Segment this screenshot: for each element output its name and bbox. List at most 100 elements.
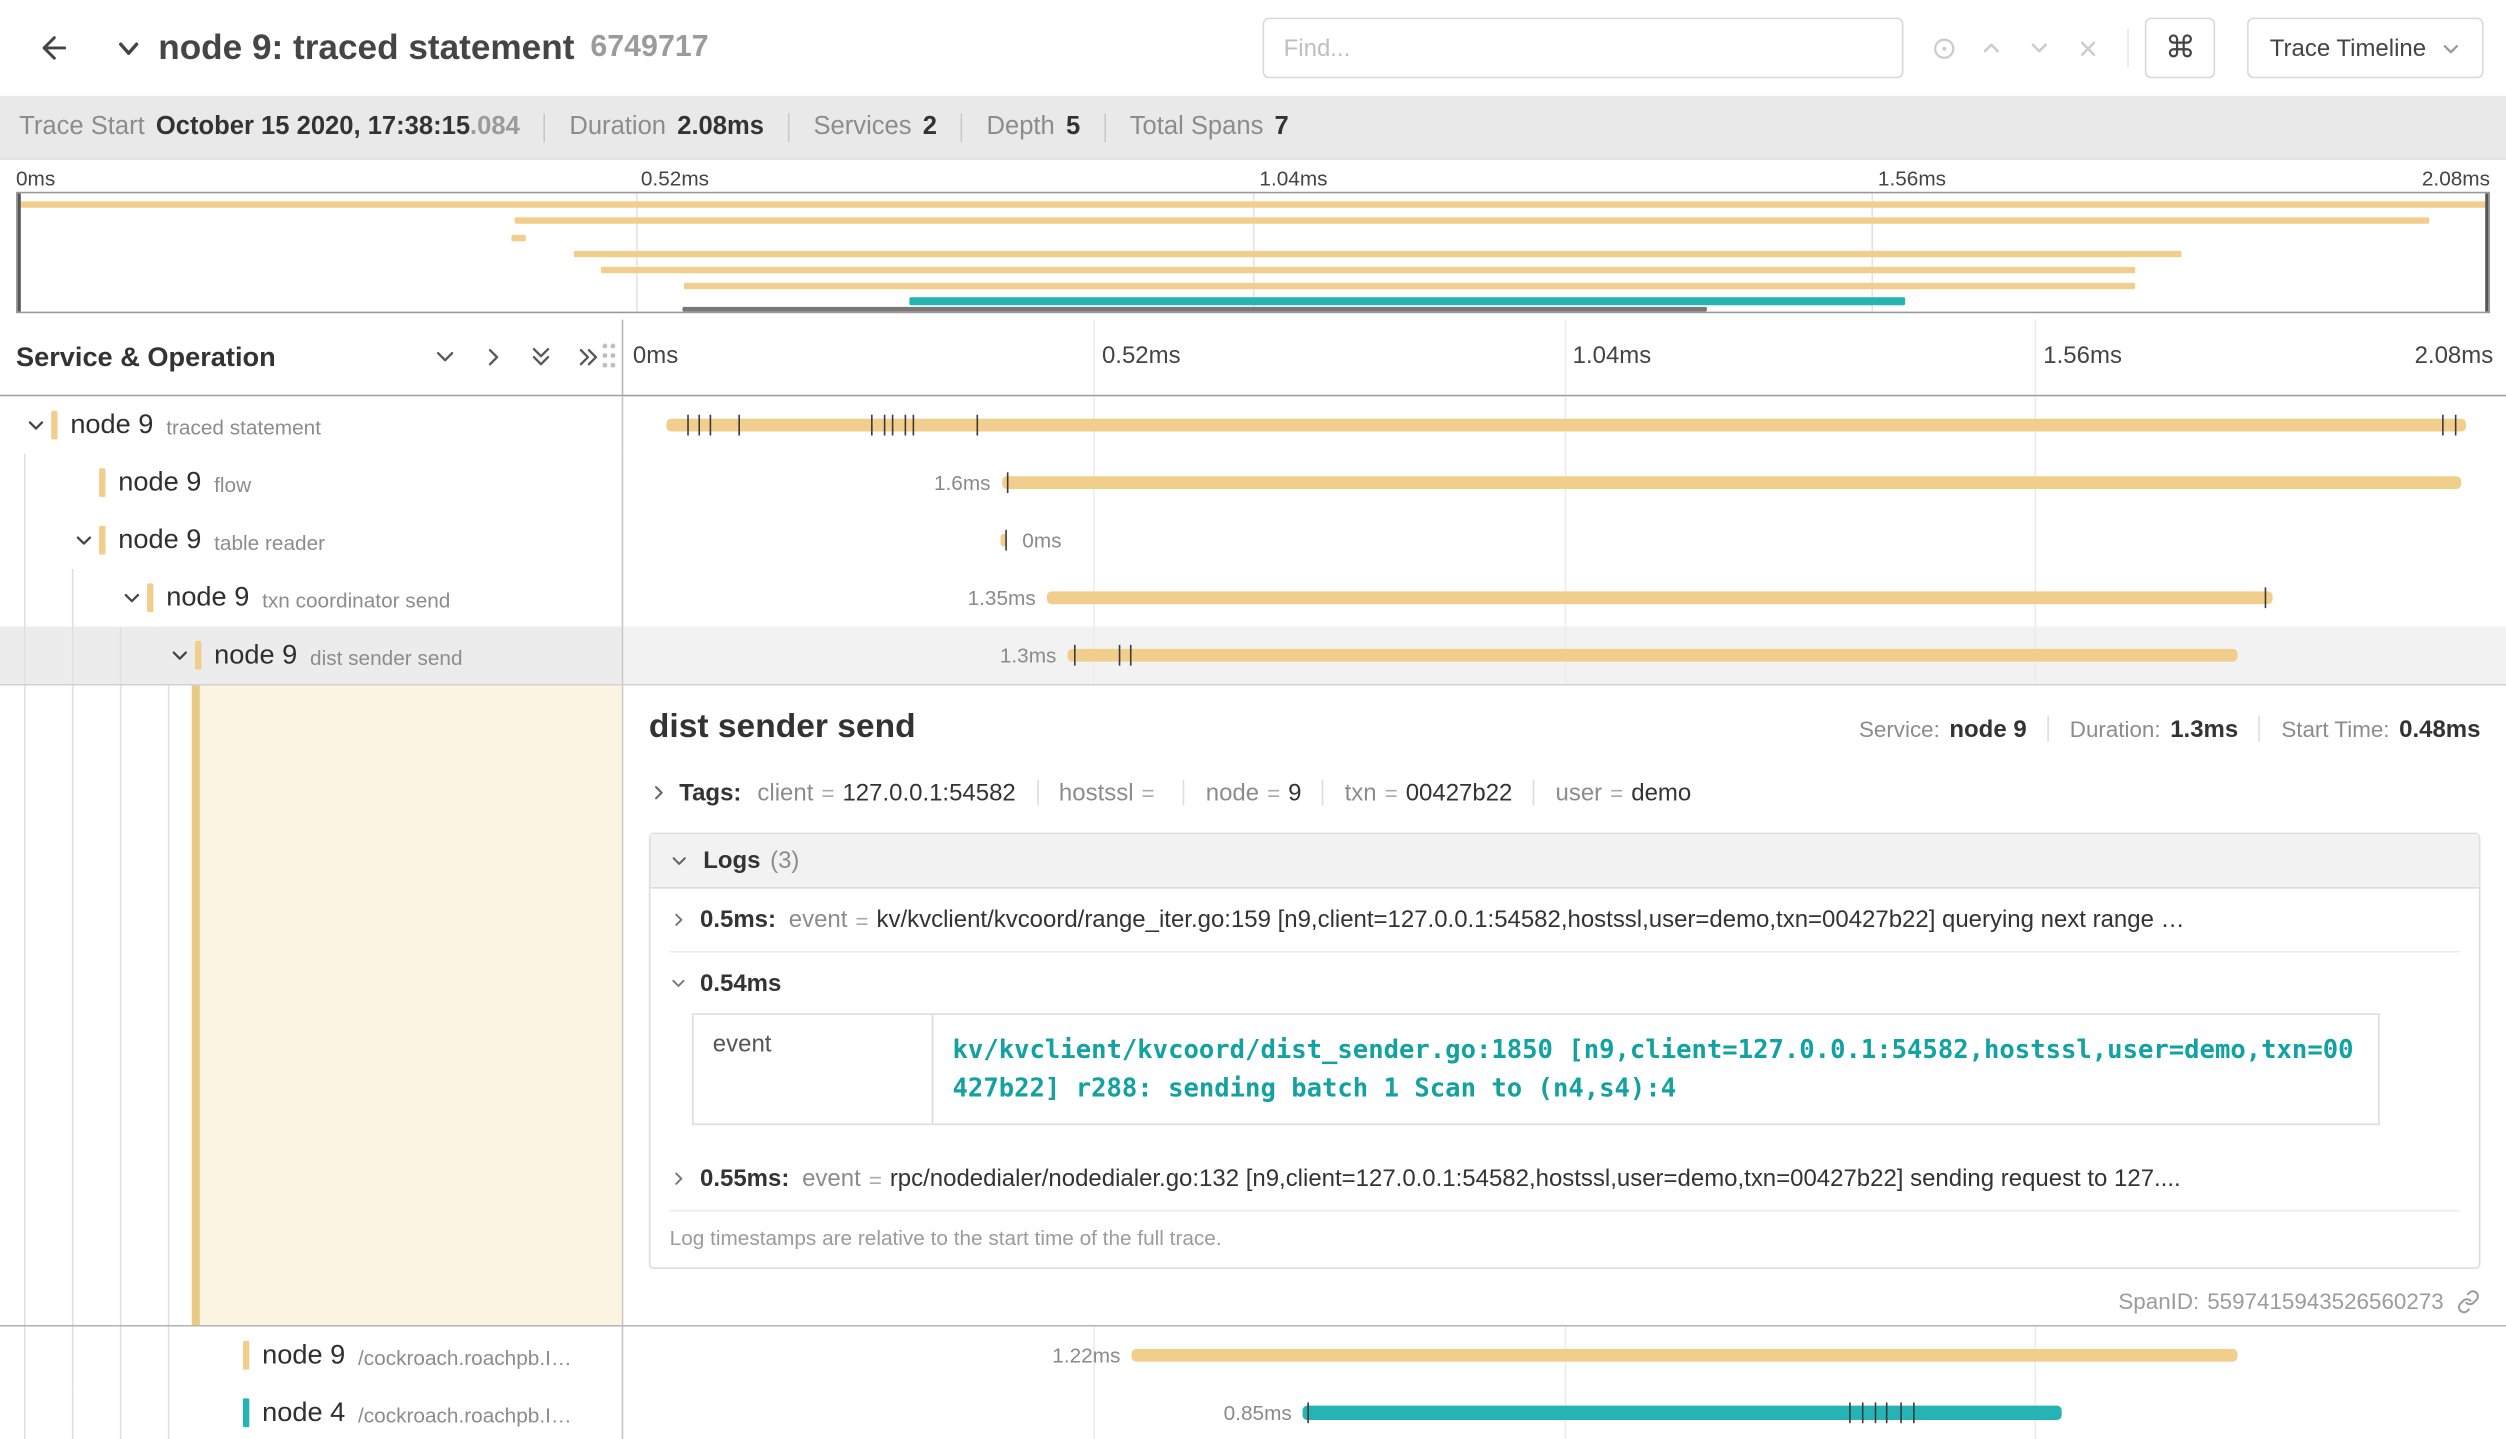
span-row-label[interactable]: node 9 txn coordinator send xyxy=(0,569,623,627)
log-marker xyxy=(977,415,979,436)
locate-icon xyxy=(1930,34,1957,61)
expand-one-button[interactable] xyxy=(424,336,466,378)
tick-label: 1.04ms xyxy=(1259,166,1327,190)
tag-divider xyxy=(1183,780,1185,806)
log-marker xyxy=(904,415,906,436)
tag-item: txn=00427b22 xyxy=(1345,779,1513,806)
span-row-timeline[interactable]: 1.35ms xyxy=(623,569,2506,627)
trace-summary-bar: Trace Start October 15 2020, 17:38:15.08… xyxy=(0,96,2506,160)
double-chevron-right-icon xyxy=(576,345,600,369)
subtree-guide-stripe xyxy=(192,686,200,1325)
page-title: node 9: traced statement xyxy=(158,27,574,69)
tag-item: hostssl= xyxy=(1059,779,1163,806)
service-name: node 9 xyxy=(214,639,297,671)
span-bar[interactable] xyxy=(1002,476,2461,489)
log-marker xyxy=(699,415,701,436)
indent-guide xyxy=(72,569,74,627)
indent-guide xyxy=(120,626,122,684)
find-next-button[interactable] xyxy=(2016,24,2064,72)
minimap-drag-handle-right[interactable] xyxy=(2485,193,2488,311)
find-prev-button[interactable] xyxy=(1968,24,2016,72)
span-row-label[interactable]: node 4 /cockroach.roachpb.I… xyxy=(0,1384,623,1439)
span-bar[interactable] xyxy=(667,419,2467,432)
tick-label: 1.56ms xyxy=(1878,166,1946,190)
span-bar[interactable] xyxy=(1047,591,2273,604)
span-bar[interactable] xyxy=(1068,649,2237,662)
span-row: node 4 /cockroach.roachpb.I… 0.85ms xyxy=(0,1384,2506,1439)
span-duration-label: 1.3ms xyxy=(1000,643,1057,667)
logs-accordion-header[interactable]: Logs (3) xyxy=(650,834,2478,888)
log-entry-header[interactable]: 0.54ms xyxy=(670,970,2460,997)
span-row-label[interactable]: node 9 /cockroach.roachpb.I… xyxy=(0,1327,623,1385)
span-row-timeline[interactable]: 1.3ms xyxy=(623,626,2506,684)
span-bar[interactable] xyxy=(1132,1349,2237,1362)
deep-link-button[interactable] xyxy=(2456,1289,2480,1313)
log-marker xyxy=(1006,472,1008,493)
duration-label: Duration: xyxy=(2070,716,2161,742)
minimap-span-bar xyxy=(18,201,2489,207)
span-row-label[interactable]: node 9 flow xyxy=(0,454,623,512)
indent-guide xyxy=(120,686,122,1325)
span-row-label[interactable]: node 9 table reader xyxy=(0,511,623,569)
find-input[interactable] xyxy=(1263,18,1904,79)
log-key: event xyxy=(802,1165,861,1192)
span-row-label[interactable]: node 9 dist sender send xyxy=(0,626,623,684)
column-resizer[interactable] xyxy=(601,344,617,349)
operation-name: /cockroach.roachpb.I… xyxy=(358,1345,584,1369)
tag-item: client=127.0.0.1:54582 xyxy=(757,779,1015,806)
span-row-timeline[interactable] xyxy=(623,396,2506,454)
tag-item: node=9 xyxy=(1206,779,1302,806)
span-row-timeline[interactable]: 1.6ms xyxy=(623,454,2506,512)
chevron-down-icon[interactable] xyxy=(118,587,144,608)
service-name: node 9 xyxy=(166,582,249,614)
detail-header: dist sender send Service: node 9 Duratio… xyxy=(649,708,2481,746)
minimap-scrubber[interactable] xyxy=(682,307,1707,312)
trace-page: node 9: traced statement 6749717 xyxy=(0,0,2506,1439)
meta-divider xyxy=(2259,716,2261,742)
close-icon xyxy=(2076,36,2100,60)
log-entry[interactable]: 0.55ms: event = rpc/nodedialer/nodediale… xyxy=(670,1148,2460,1210)
span-row-timeline[interactable]: 0.85ms xyxy=(623,1384,2506,1439)
operation-name: /cockroach.roachpb.I… xyxy=(358,1402,584,1426)
detail-span-title: dist sender send xyxy=(649,708,1859,746)
minimap-drag-handle-left[interactable] xyxy=(18,193,21,311)
find-locate-button[interactable] xyxy=(1920,24,1968,72)
log-marker xyxy=(872,415,874,436)
summary-divider xyxy=(961,113,963,142)
log-marker xyxy=(1073,645,1075,666)
timeline-header: Service & Operation 0ms 0.52ms 1.04ms 1.… xyxy=(0,320,2506,397)
chevron-down-icon[interactable] xyxy=(70,530,96,551)
chevron-down-icon[interactable] xyxy=(22,415,48,436)
chevron-right-icon xyxy=(670,911,688,929)
minimap-span-bar xyxy=(601,267,2135,273)
log-entry[interactable]: 0.5ms: event = kv/kvclient/kvcoord/range… xyxy=(670,889,2460,951)
log-value: rpc/nodedialer/nodedialer.go:132 [n9,cli… xyxy=(890,1165,2460,1192)
collapse-one-button[interactable] xyxy=(471,336,513,378)
span-row-label[interactable]: node 9 traced statement xyxy=(0,396,623,454)
keyboard-shortcuts-button[interactable]: ⌘ xyxy=(2145,18,2215,79)
log-timestamp: 0.55ms: xyxy=(700,1165,789,1192)
indent-guide xyxy=(24,511,26,569)
toolbar-divider xyxy=(2128,29,2130,67)
minimap-canvas[interactable] xyxy=(16,192,2490,313)
trace-id: 6749717 xyxy=(590,30,708,65)
chevron-down-icon[interactable] xyxy=(166,645,192,666)
logs-section: Logs (3) 0.5ms: event = kv/kvclient/kvco… xyxy=(649,833,2481,1269)
service-operation-header: Service & Operation xyxy=(16,341,417,373)
service-name: node 4 xyxy=(262,1397,345,1429)
minimap-span-bar xyxy=(910,297,1906,305)
tags-accordion[interactable]: Tags: client=127.0.0.1:54582 hostssl= no… xyxy=(649,775,2481,810)
span-bar[interactable] xyxy=(1303,1406,2062,1420)
expand-all-button[interactable] xyxy=(519,336,561,378)
back-button[interactable] xyxy=(22,16,86,80)
indent-guide xyxy=(72,1327,74,1385)
trace-view-select[interactable]: Trace Timeline xyxy=(2247,18,2483,79)
start-time-value: 0.48ms xyxy=(2399,715,2480,742)
span-row-timeline[interactable]: 1.22ms xyxy=(623,1327,2506,1385)
chevron-up-icon xyxy=(1979,35,2005,61)
find-clear-button[interactable] xyxy=(2064,24,2112,72)
duration-label: Duration xyxy=(569,113,666,142)
span-row-timeline[interactable]: 0ms xyxy=(623,511,2506,569)
indent-guide xyxy=(24,1384,26,1439)
trace-collapse-toggle[interactable] xyxy=(115,34,142,61)
